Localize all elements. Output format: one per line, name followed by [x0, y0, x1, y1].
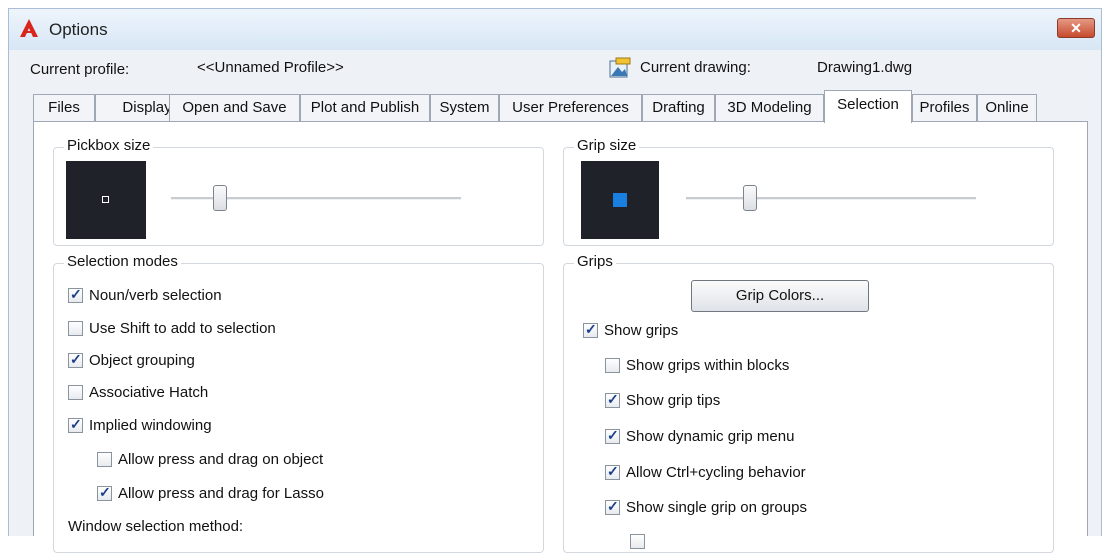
checkbox-label: Allow press and drag for Lasso [118, 485, 324, 502]
checkbox-box[interactable] [68, 385, 83, 400]
tab-system[interactable]: System [430, 94, 499, 121]
check-mark-icon: ✓ [607, 463, 619, 479]
checkbox-label: Show dynamic grip menu [626, 428, 795, 445]
tab-user-preferences[interactable]: User Preferences [499, 94, 642, 121]
checkbox-box[interactable]: ✓ [97, 484, 112, 501]
checkbox-label: Associative Hatch [89, 384, 209, 401]
checkbox-label: Object grouping [89, 352, 195, 369]
grip-colors-button[interactable]: Grip Colors... [691, 280, 869, 312]
current-profile-value: <<Unnamed Profile>> [197, 59, 344, 76]
check-mark-icon: ✓ [607, 498, 619, 514]
grip-size-slider-thumb[interactable] [742, 185, 757, 211]
grip-size-slider-track[interactable] [686, 197, 976, 200]
check-mark-icon: ✓ [70, 351, 82, 367]
checkbox-label: Show grip tips [626, 392, 721, 409]
checkbox-label: Show grips within blocks [626, 357, 790, 374]
checkbox-box[interactable]: ✓ [583, 321, 598, 338]
checkbox-box[interactable] [68, 321, 83, 336]
pickbox-size-title: Pickbox size [64, 137, 154, 154]
tab-open-and-save[interactable]: Open and Save [169, 94, 300, 121]
tab-selection[interactable]: Selection [824, 90, 912, 123]
grips-group: Grips Grip Colors... ✓ Show grips Show g… [563, 253, 1054, 553]
checkbox-box[interactable] [605, 358, 620, 373]
checkbox-label: Show single grip on groups [626, 499, 807, 516]
pickbox-preview [66, 161, 146, 239]
checkbox-box[interactable]: ✓ [605, 463, 620, 480]
tab-profiles[interactable]: Profiles [912, 94, 977, 121]
tab-online[interactable]: Online [977, 94, 1037, 121]
checkbox-box[interactable]: ✓ [68, 351, 83, 368]
checkbox-label: Use Shift to add to selection [89, 320, 276, 337]
window-title: Options [49, 20, 108, 39]
current-drawing-value: Drawing1.dwg [817, 59, 913, 76]
partially-visible-checkbox[interactable] [630, 534, 645, 549]
tab-files[interactable]: Files [33, 94, 95, 121]
selection-modes-group: Selection modes ✓ Noun/verb selection Us… [53, 253, 544, 553]
check-mark-icon: ✓ [585, 321, 597, 337]
autocad-logo-icon [20, 19, 38, 37]
selection-modes-title: Selection modes [64, 253, 181, 270]
grip-size-group: Grip size [563, 137, 1054, 246]
tab-drafting[interactable]: Drafting [642, 94, 715, 121]
checkbox-label: Implied windowing [89, 417, 212, 434]
check-mark-icon: ✓ [99, 484, 111, 500]
checkbox-box[interactable] [97, 452, 112, 467]
checkbox-box[interactable]: ✓ [68, 416, 83, 433]
check-mark-icon: ✓ [607, 427, 619, 443]
checkbox-box[interactable]: ✓ [605, 498, 620, 515]
drawing-file-icon [609, 57, 631, 78]
checkbox-box[interactable]: ✓ [605, 427, 620, 444]
checkbox-box[interactable]: ✓ [605, 391, 620, 408]
checkbox-label: Show grips [604, 322, 679, 339]
close-button[interactable]: ✕ [1057, 18, 1095, 38]
grip-size-title: Grip size [574, 137, 640, 154]
check-mark-icon: ✓ [607, 391, 619, 407]
checkbox-box[interactable]: ✓ [68, 286, 83, 303]
checkbox-label: Allow press and drag on object [118, 451, 324, 468]
check-mark-icon: ✓ [70, 416, 82, 432]
pickbox-size-group: Pickbox size [53, 137, 544, 246]
selection-tab-panel: Pickbox size Grip size Selection modes ✓… [33, 121, 1088, 553]
grip-preview-square [613, 193, 627, 207]
title-bar: Options ✕ [8, 8, 1102, 50]
pickbox-square [102, 196, 109, 203]
tab-3d-modeling[interactable]: 3D Modeling [715, 94, 824, 121]
current-drawing-label: Current drawing: [640, 59, 751, 76]
close-icon: ✕ [1070, 20, 1082, 36]
check-mark-icon: ✓ [70, 286, 82, 302]
pickbox-slider-thumb[interactable] [213, 185, 228, 211]
window-selection-method-label: Window selection method: [68, 518, 244, 535]
current-profile-label: Current profile: [30, 61, 130, 78]
checkbox-label: Noun/verb selection [89, 287, 222, 304]
checkbox-label: Allow Ctrl+cycling behavior [626, 464, 806, 481]
grips-title: Grips [574, 253, 616, 270]
grip-size-preview [581, 161, 659, 239]
tab-plot-and-publish[interactable]: Plot and Publish [300, 94, 430, 121]
